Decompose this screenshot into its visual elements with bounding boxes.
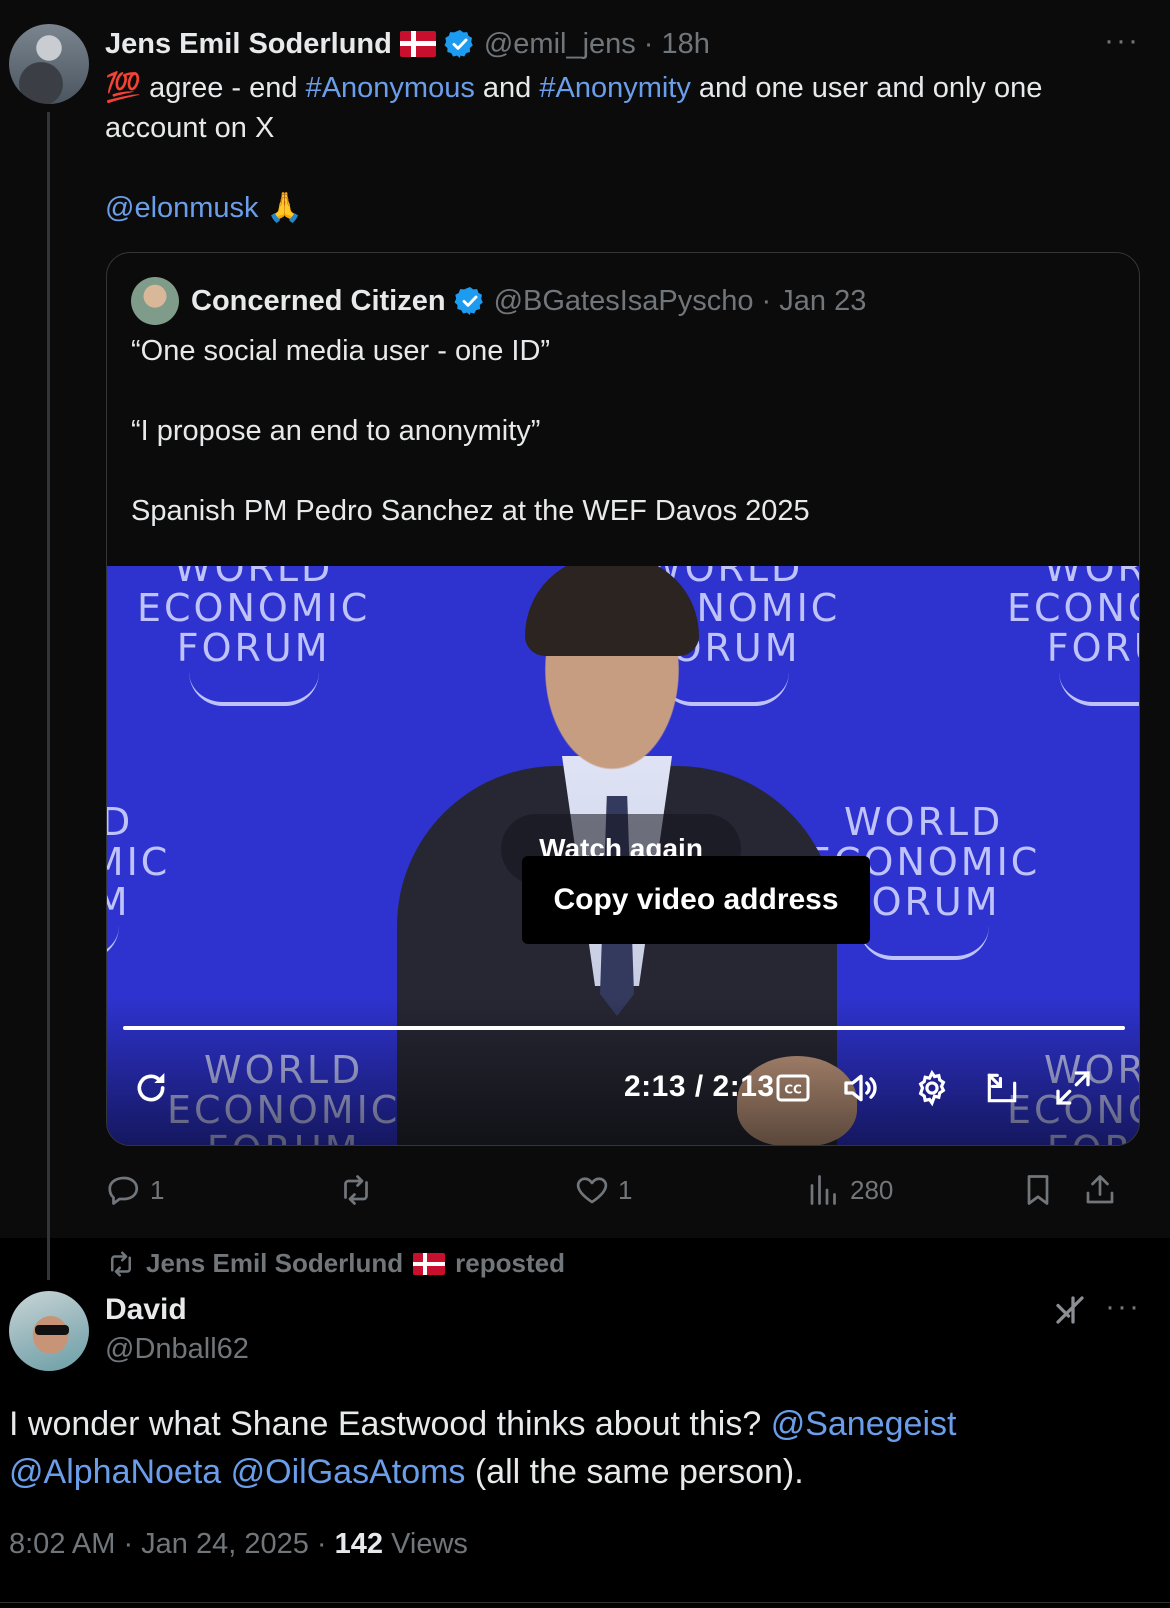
david-avatar[interactable] xyxy=(9,1291,89,1371)
replay-icon[interactable] xyxy=(131,1068,171,1108)
analytics-icon xyxy=(810,1175,836,1205)
denmark-flag-icon xyxy=(413,1252,446,1275)
bookmark-icon xyxy=(1027,1175,1049,1205)
more-options-icon[interactable]: ··· xyxy=(1105,1290,1141,1324)
quote-header: Concerned Citizen @BGatesIsaPyscho · Jan… xyxy=(131,277,866,325)
video-player[interactable]: WORLD ECONOMIC FORUM WORLD ECONOMIC FORUM WO… xyxy=(107,566,1139,1145)
bookmark-button[interactable] xyxy=(1020,1172,1056,1208)
video-controls: 2:13 / 2:13 CC xyxy=(107,1056,1139,1126)
reply-count: 1 xyxy=(150,1174,165,1205)
divider xyxy=(0,1602,1170,1603)
like-button[interactable]: 1 xyxy=(574,1172,632,1208)
verified-badge-icon xyxy=(444,30,473,58)
grok-icon[interactable] xyxy=(1052,1292,1088,1328)
captions-icon[interactable]: CC xyxy=(775,1070,811,1106)
author-handle[interactable]: @emil_jens xyxy=(484,28,636,61)
more-options-icon[interactable]: ··· xyxy=(1104,24,1140,58)
tweet-action-bar: 1 1 280 xyxy=(106,1172,1146,1214)
fullscreen-icon[interactable] xyxy=(1053,1068,1093,1108)
quote-line: “I propose an end to anonymity” xyxy=(131,415,541,447)
tweet2-timestamp[interactable]: 8:02 AM · Jan 24, 2025 · xyxy=(9,1528,335,1560)
quoted-tweet[interactable]: Concerned Citizen @BGatesIsaPyscho · Jan… xyxy=(106,252,1140,1146)
wef-logo-backdrop: WORLDECONOMICFORUM xyxy=(107,802,170,960)
repost-button[interactable] xyxy=(338,1172,382,1208)
quote-author-handle[interactable]: @BGatesIsaPyscho xyxy=(494,285,754,318)
tweet2-author-name[interactable]: David xyxy=(105,1293,187,1327)
hashtag-anonymity[interactable]: #Anonymity xyxy=(539,72,691,104)
heart-icon xyxy=(576,1177,608,1204)
quote-text: “One social media user - one ID” “I prop… xyxy=(131,331,1111,531)
tweet2-views-label: Views xyxy=(383,1528,468,1560)
view-count: 280 xyxy=(850,1174,894,1205)
video-time: 2:13 / 2:13 xyxy=(624,1070,775,1103)
video-progress-bar[interactable] xyxy=(123,1026,1125,1030)
settings-gear-icon[interactable] xyxy=(913,1069,951,1107)
tweet-time[interactable]: · 18h xyxy=(644,28,710,61)
repost-banner: Jens Emil Soderlund reposted xyxy=(106,1248,565,1279)
author-name[interactable]: Jens Emil Soderlund xyxy=(105,28,392,61)
hundred-emoji: 💯 xyxy=(105,72,142,104)
views-button[interactable]: 280 xyxy=(806,1172,893,1208)
svg-text:CC: CC xyxy=(784,1082,802,1096)
like-count: 1 xyxy=(618,1174,633,1205)
tweet-text-segment: agree - end xyxy=(141,72,306,104)
tweet2-text: I wonder what Shane Eastwood thinks abou… xyxy=(9,1400,1129,1496)
tweet2-metadata: 8:02 AM · Jan 24, 2025 · 142 Views xyxy=(9,1528,468,1561)
quote-author-avatar[interactable] xyxy=(131,277,179,325)
tweet-header: Jens Emil Soderlund @emil_jens · 18h xyxy=(105,26,710,62)
tweet-main[interactable]: Jens Emil Soderlund @emil_jens · 18h ···… xyxy=(0,0,1170,1280)
quote-line: “One social media user - one ID” xyxy=(131,335,551,367)
tweet-mention-line: @elonmusk 🙏 xyxy=(105,188,303,228)
mention-sanegeist[interactable]: @Sanegeist xyxy=(771,1405,957,1443)
tweet2-text-segment: (all the same person). xyxy=(465,1453,804,1491)
tweet2-author-handle[interactable]: @Dnball62 xyxy=(105,1333,249,1366)
wef-logo-backdrop: WORLDECONOMICFORUM xyxy=(1007,566,1139,706)
hashtag-anonymous[interactable]: #Anonymous xyxy=(306,72,475,104)
mention-elonmusk[interactable]: @elonmusk xyxy=(105,192,259,224)
mention-oilgasatoms[interactable]: @OilGasAtoms xyxy=(231,1453,466,1491)
share-button[interactable] xyxy=(1082,1172,1118,1208)
wef-logo-backdrop: WORLDECONOMICFORUM xyxy=(137,566,370,706)
picture-in-picture-icon[interactable] xyxy=(983,1069,1021,1107)
reply-button[interactable]: 1 xyxy=(106,1172,164,1208)
quote-time[interactable]: · Jan 23 xyxy=(762,285,867,318)
repost-icon xyxy=(344,1175,368,1205)
volume-icon[interactable] xyxy=(841,1068,881,1108)
tweet-text: 💯 agree - end #Anonymous and #Anonymity … xyxy=(105,68,1145,148)
reposted-label: reposted xyxy=(455,1248,565,1278)
author-avatar[interactable] xyxy=(9,24,89,104)
denmark-flag-icon xyxy=(399,31,436,57)
thread-line xyxy=(47,112,50,1280)
verified-badge-icon xyxy=(454,287,483,315)
pray-emoji: 🙏 xyxy=(266,192,303,224)
reposter-name[interactable]: Jens Emil Soderlund xyxy=(146,1248,403,1279)
quote-author-name[interactable]: Concerned Citizen xyxy=(191,285,446,318)
mention-alphanoeta[interactable]: @AlphaNoeta xyxy=(9,1453,221,1491)
context-menu-copy-video-address[interactable]: Copy video address xyxy=(522,856,870,944)
tweet-text-segment: and xyxy=(474,72,540,104)
share-icon xyxy=(1086,1175,1114,1204)
repost-icon xyxy=(111,1251,131,1276)
quote-line: Spanish PM Pedro Sanchez at the WEF Davo… xyxy=(131,495,810,527)
tweet2-view-count: 142 xyxy=(334,1528,384,1560)
reply-icon xyxy=(108,1176,139,1205)
tweet2-text-segment: I wonder what Shane Eastwood thinks abou… xyxy=(9,1405,771,1443)
